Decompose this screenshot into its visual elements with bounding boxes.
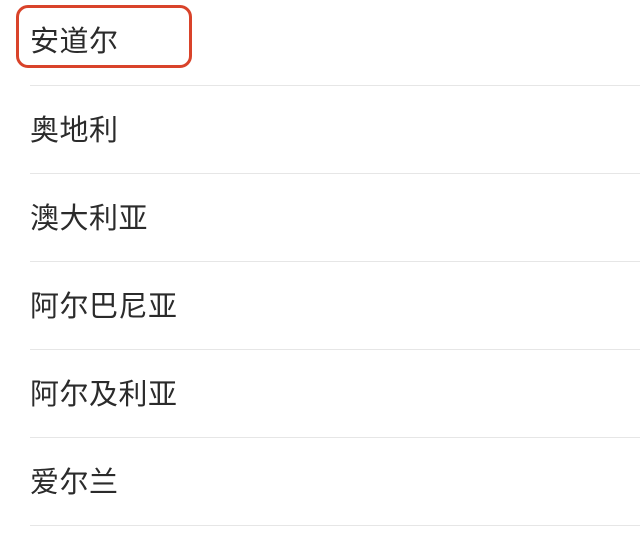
- country-item-australia[interactable]: 澳大利亚: [0, 174, 640, 262]
- country-label: 阿尔及利亚: [30, 377, 178, 411]
- country-item-algeria[interactable]: 阿尔及利亚: [0, 350, 640, 438]
- country-item-andorra[interactable]: 安道尔: [0, 0, 640, 88]
- country-label: 奥地利: [30, 113, 119, 147]
- country-label: 阿尔巴尼亚: [30, 289, 178, 323]
- country-label: 安道尔: [30, 24, 119, 58]
- country-item-albania[interactable]: 阿尔巴尼亚: [0, 262, 640, 350]
- country-item-ireland[interactable]: 爱尔兰: [0, 438, 640, 526]
- country-label: 澳大利亚: [30, 201, 149, 235]
- row-divider: [30, 525, 640, 526]
- country-label: 爱尔兰: [30, 465, 119, 499]
- country-list: 安道尔 奥地利 澳大利亚 阿尔巴尼亚 阿尔及利亚 爱尔兰: [0, 0, 640, 538]
- country-item-austria[interactable]: 奥地利: [0, 86, 640, 174]
